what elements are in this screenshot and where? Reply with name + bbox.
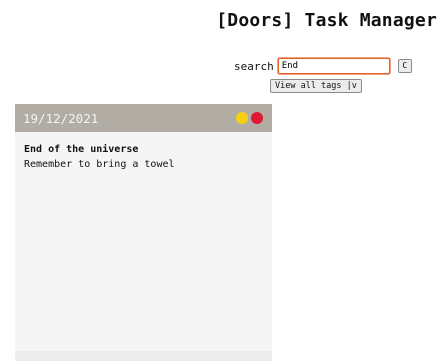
view-all-tags-dropdown[interactable]: View all tags |v <box>270 79 362 93</box>
search-label: search <box>234 59 274 73</box>
note-title: End of the universe <box>24 144 139 155</box>
note-header: 19/12/2021 <box>15 104 272 132</box>
red-dot-icon[interactable] <box>251 112 263 124</box>
note-footer <box>15 351 272 361</box>
note-body: End of the universe Remember to bring a … <box>15 132 272 180</box>
app-title: [Doors] Task Manager <box>216 10 437 31</box>
search-bar: search C <box>234 58 412 74</box>
yellow-dot-icon[interactable] <box>236 112 248 124</box>
clear-search-button[interactable]: C <box>397 59 412 73</box>
note-card: 19/12/2021 End of the universe Remember … <box>15 104 272 361</box>
note-text: Remember to bring a towel <box>24 159 175 170</box>
search-input[interactable] <box>277 58 390 74</box>
note-date: 19/12/2021 <box>23 110 99 126</box>
note-actions <box>236 112 263 124</box>
